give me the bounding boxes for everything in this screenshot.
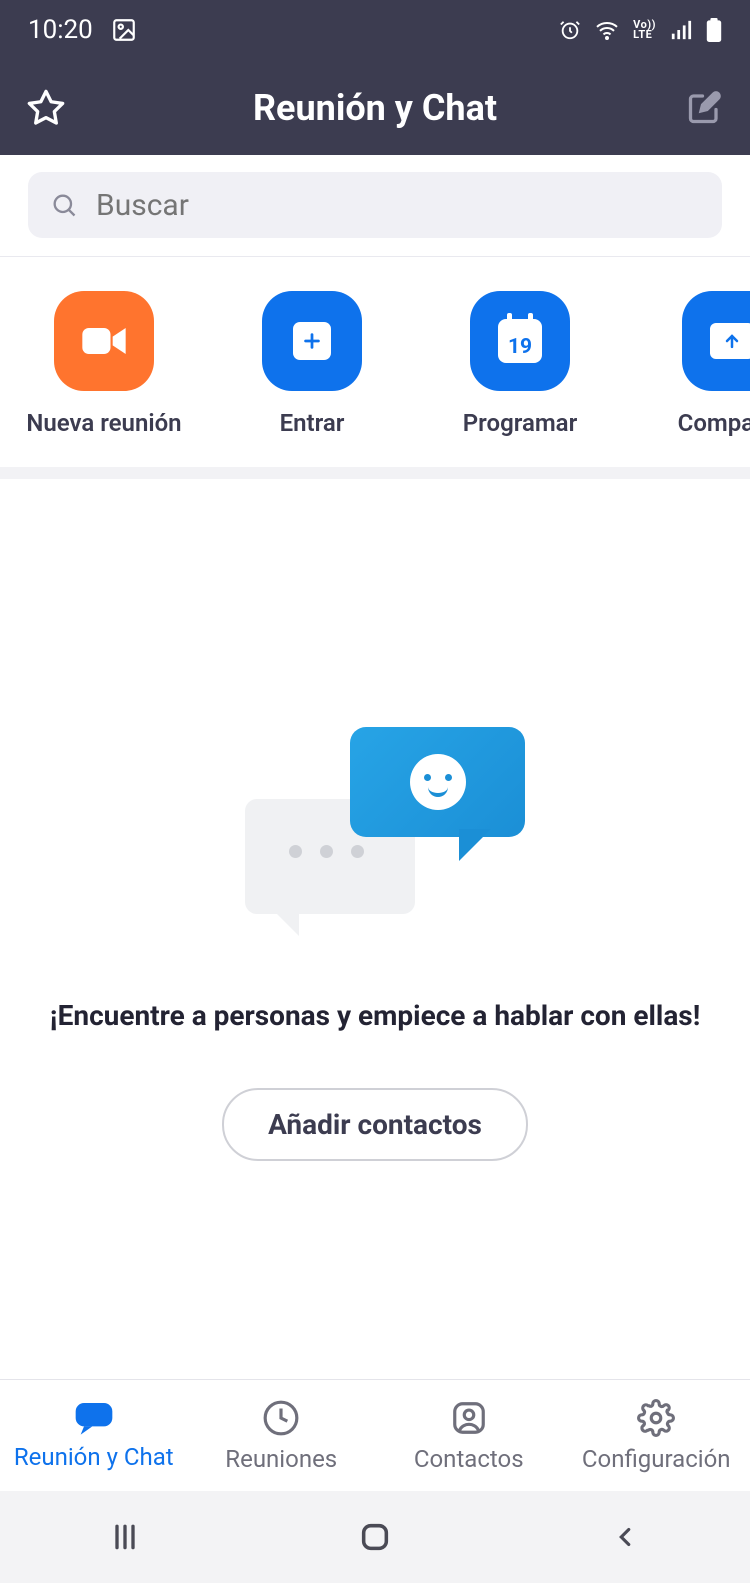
tab-label: Reuniones	[225, 1445, 337, 1473]
chat-illustration	[225, 727, 525, 937]
action-label: Compartir	[678, 409, 750, 437]
add-contacts-button[interactable]: Añadir contactos	[222, 1088, 528, 1161]
tab-settings[interactable]: Configuración	[563, 1380, 750, 1491]
tab-bar: Reunión y Chat Reuniones Contactos Confi…	[0, 1379, 750, 1491]
tab-label: Contactos	[414, 1445, 524, 1473]
action-label: Entrar	[280, 409, 345, 437]
signal-icon	[670, 19, 692, 41]
plus-icon	[262, 291, 362, 391]
tab-meet-chat[interactable]: Reunión y Chat	[0, 1380, 188, 1491]
search-icon	[50, 191, 78, 219]
share-button[interactable]: Compartir	[628, 291, 750, 437]
search-input[interactable]	[96, 188, 700, 223]
gear-icon	[637, 1399, 675, 1437]
android-recents-button[interactable]	[104, 1516, 146, 1558]
alarm-icon	[559, 19, 581, 41]
join-button[interactable]: Entrar	[208, 291, 416, 437]
chat-bubble-icon	[74, 1401, 114, 1435]
action-label: Nueva reunión	[26, 409, 181, 437]
app-bar: Reunión y Chat	[0, 60, 750, 155]
search-section	[0, 155, 750, 257]
page-title: Reunión y Chat	[253, 87, 497, 129]
android-back-button[interactable]	[604, 1516, 646, 1558]
android-home-button[interactable]	[354, 1516, 396, 1558]
tab-label: Reunión y Chat	[14, 1443, 174, 1471]
status-bar: 10:20 Vo))LTE	[0, 0, 750, 60]
tab-meetings[interactable]: Reuniones	[188, 1380, 376, 1491]
battery-icon	[706, 18, 722, 42]
volte-icon: Vo))LTE	[633, 20, 656, 40]
new-meeting-button[interactable]: Nueva reunión	[0, 291, 208, 437]
status-time: 10:20	[28, 15, 93, 45]
empty-state: ¡Encuentre a personas y empiece a hablar…	[0, 479, 750, 1161]
tab-contacts[interactable]: Contactos	[375, 1380, 563, 1491]
clock-icon	[262, 1399, 300, 1437]
image-icon	[111, 17, 137, 43]
calendar-day: 19	[508, 335, 532, 359]
star-button[interactable]	[24, 86, 68, 130]
quick-actions: Nueva reunión Entrar 19 Programar Compar…	[0, 257, 750, 479]
action-label: Programar	[463, 409, 577, 437]
android-nav-bar	[0, 1491, 750, 1583]
share-screen-icon	[682, 291, 750, 391]
compose-button[interactable]	[682, 86, 726, 130]
person-icon	[450, 1399, 488, 1437]
tab-label: Configuración	[582, 1445, 731, 1473]
empty-title: ¡Encuentre a personas y empiece a hablar…	[50, 999, 701, 1032]
calendar-icon: 19	[470, 291, 570, 391]
wifi-icon	[595, 18, 619, 42]
video-icon	[54, 291, 154, 391]
search-field[interactable]	[28, 172, 722, 238]
schedule-button[interactable]: 19 Programar	[416, 291, 624, 437]
